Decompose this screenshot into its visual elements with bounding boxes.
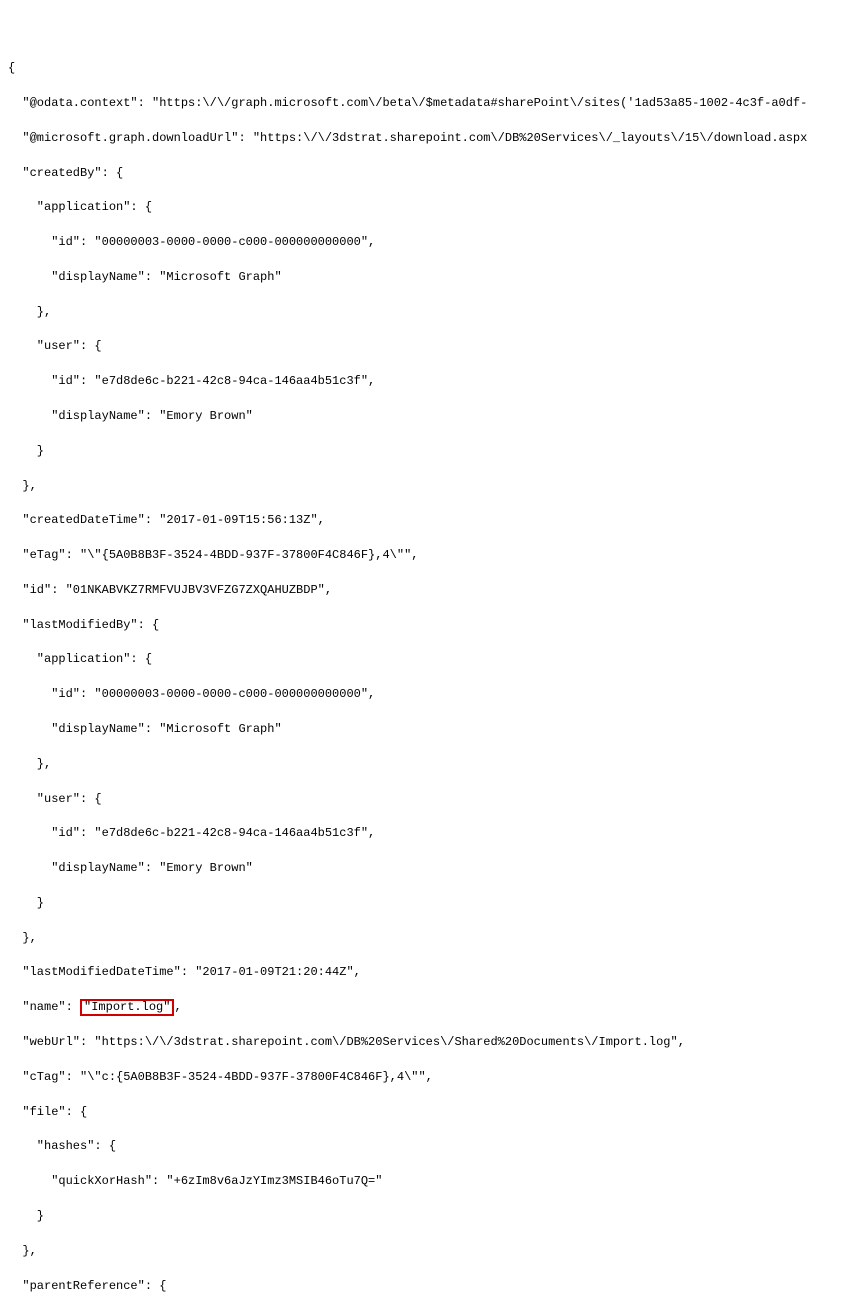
json-line: "quickXorHash": "+6zIm8v6aJzYImz3MSIB46o… [8, 1173, 860, 1190]
json-line: "@microsoft.graph.downloadUrl": "https:\… [8, 130, 860, 147]
json-line: }, [8, 930, 860, 947]
json-line: "id": "e7d8de6c-b221-42c8-94ca-146aa4b51… [8, 825, 860, 842]
json-line: "@odata.context": "https:\/\/graph.micro… [8, 95, 860, 112]
json-line: "user": { [8, 791, 860, 808]
json-line: "lastModifiedBy": { [8, 617, 860, 634]
json-name-prefix: "name": [8, 1000, 80, 1014]
json-line: "id": "00000003-0000-0000-c000-000000000… [8, 234, 860, 251]
json-line: }, [8, 304, 860, 321]
json-line: "parentReference": { [8, 1278, 860, 1295]
json-line: "createdBy": { [8, 165, 860, 182]
json-line: "displayName": "Emory Brown" [8, 408, 860, 425]
json-line: "webUrl": "https:\/\/3dstrat.sharepoint.… [8, 1034, 860, 1051]
json-line: "displayName": "Emory Brown" [8, 860, 860, 877]
json-line: "cTag": "\"c:{5A0B8B3F-3524-4BDD-937F-37… [8, 1069, 860, 1086]
json-line: "user": { [8, 338, 860, 355]
json-name-line: "name": "Import.log", [8, 999, 860, 1016]
highlighted-value: "Import.log" [80, 999, 174, 1016]
json-line: "displayName": "Microsoft Graph" [8, 269, 860, 286]
json-line: } [8, 895, 860, 912]
json-line: "eTag": "\"{5A0B8B3F-3524-4BDD-937F-3780… [8, 547, 860, 564]
json-line: } [8, 1208, 860, 1225]
json-line: "hashes": { [8, 1138, 860, 1155]
json-line: "createdDateTime": "2017-01-09T15:56:13Z… [8, 512, 860, 529]
json-line: "id": "e7d8de6c-b221-42c8-94ca-146aa4b51… [8, 373, 860, 390]
json-line: "file": { [8, 1104, 860, 1121]
json-line: }, [8, 756, 860, 773]
json-line: "displayName": "Microsoft Graph" [8, 721, 860, 738]
json-line: "application": { [8, 199, 860, 216]
json-line: "id": "00000003-0000-0000-c000-000000000… [8, 686, 860, 703]
json-line: { [8, 60, 860, 77]
json-line: }, [8, 478, 860, 495]
json-line: "application": { [8, 651, 860, 668]
json-line: "id": "01NKABVKZ7RMFVUJBV3VFZG7ZXQAHUZBD… [8, 582, 860, 599]
json-name-suffix: , [174, 1000, 181, 1014]
json-line: } [8, 443, 860, 460]
json-line: "lastModifiedDateTime": "2017-01-09T21:2… [8, 964, 860, 981]
json-line: }, [8, 1243, 860, 1260]
